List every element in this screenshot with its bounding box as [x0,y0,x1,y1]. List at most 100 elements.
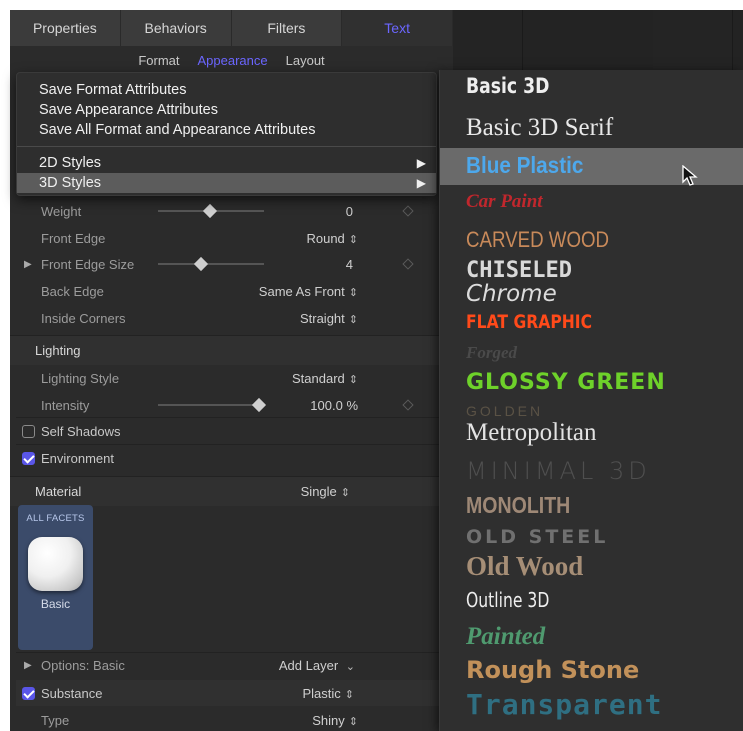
type-value[interactable]: Shiny ⇕ [312,713,358,728]
style-forged[interactable]: Forged [466,343,517,363]
style-blue-plastic[interactable]: Blue Plastic [466,152,583,179]
subtab-format[interactable]: Format [138,53,179,68]
front-edge-size-slider-knob[interactable] [193,256,209,272]
front-edge-size-label: Front Edge Size [41,256,135,272]
updown-icon: ⇕ [348,233,358,246]
updown-icon: ⇕ [340,487,350,499]
weight-label: Weight [41,203,82,219]
inside-corners-value[interactable]: Straight ⇕ [300,311,358,326]
back-edge-row: Back Edge Same As Front ⇕ [10,278,453,304]
material-value[interactable]: Single ⇕ [301,484,350,499]
menu-separator [17,146,436,147]
style-monolith[interactable]: MONOLITH [466,492,570,519]
style-rough-stone[interactable]: Rough Stone [466,656,639,684]
style-painted[interactable]: Painted [466,623,545,651]
environment-label: Environment [41,450,114,466]
inspector-tabs: Properties Behaviors Filters Text [10,10,453,46]
mouse-cursor-icon [682,165,698,186]
material-label: Material [35,484,82,499]
lighting-style-value[interactable]: Standard ⇕ [292,371,358,386]
substance-checkbox[interactable] [22,686,35,700]
add-layer-menu[interactable]: Add Layer ⌄ [279,658,355,673]
style-golden[interactable]: GOLDEN [466,403,543,419]
subtabs: Format Appearance Layout [10,46,453,74]
facet-label: Basic [40,597,71,611]
save-context-menu: Save Format Attributes Save Appearance A… [16,72,437,196]
updown-icon: ⇕ [348,373,358,386]
menu-item-label: 2D Styles [39,155,102,171]
style-chrome[interactable]: Chrome [466,281,557,307]
inside-corners-label: Inside Corners [41,310,126,326]
intensity-row: Intensity 100.0 % [10,392,453,418]
style-minimal-3d[interactable]: MINIMAL 3D [466,457,651,485]
weight-slider-knob[interactable] [202,203,218,219]
intensity-slider[interactable] [158,404,264,406]
disclosure-triangle-icon[interactable]: ▶ [24,660,32,671]
environment-checkbox[interactable] [22,451,35,465]
front-edge-label: Front Edge [41,230,106,246]
style-transparent[interactable]: Transparent [466,688,662,721]
subtab-appearance[interactable]: Appearance [198,53,268,68]
options-label: Options: Basic [41,657,125,673]
weight-row: Weight 0 [10,198,453,224]
toolbar-strip [453,10,743,70]
menu-item-save-all[interactable]: Save All Format and Appearance Attribute… [39,122,315,138]
facet-header: ALL FACETS [26,513,85,524]
menu-item-save-format[interactable]: Save Format Attributes [39,82,186,98]
intensity-value[interactable]: 100.0 % [310,398,358,413]
inside-corners-row: Inside Corners Straight ⇕ [10,305,453,331]
self-shadows-label: Self Shadows [41,423,121,439]
substance-row: Substance Plastic ⇕ [16,680,443,706]
weight-value[interactable]: 0 [346,204,353,219]
style-basic-3d[interactable]: Basic 3D [466,74,549,98]
front-edge-value[interactable]: Round ⇕ [306,231,358,246]
updown-icon: ⇕ [348,715,358,728]
intensity-slider-knob[interactable] [251,397,267,413]
chevron-down-icon: ⌄ [345,660,355,673]
options-row: ▶ Options: Basic Add Layer ⌄ [10,652,453,678]
submenu-arrow-icon: ▶ [416,156,426,170]
tab-behaviors[interactable]: Behaviors [120,10,232,46]
menu-item-3d-styles[interactable]: 3D Styles ▶ [17,173,436,193]
self-shadows-row: Self Shadows [10,418,453,444]
front-edge-size-value[interactable]: 4 [346,257,353,272]
substance-label: Substance [41,685,103,701]
self-shadows-checkbox[interactable] [22,424,35,438]
tab-filters[interactable]: Filters [231,10,343,46]
menu-item-2d-styles[interactable]: 2D Styles ▶ [17,153,436,173]
type-label: Type [41,712,70,728]
menu-item-save-appearance[interactable]: Save Appearance Attributes [39,102,218,118]
style-glossy-green[interactable]: GLOSSY GREEN [466,370,666,395]
type-row: Type Shiny ⇕ [10,707,453,731]
menu-item-label: 3D Styles [39,175,102,191]
back-edge-label: Back Edge [41,283,104,299]
environment-row: Environment [10,445,453,471]
submenu-arrow-icon: ▶ [416,176,426,190]
style-metropolitan[interactable]: Metropolitan [466,419,597,447]
disclosure-triangle-icon[interactable]: ▶ [24,259,32,270]
style-chiseled[interactable]: CHISELED [466,258,572,283]
lighting-style-label: Lighting Style [41,370,120,386]
tab-text[interactable]: Text [342,10,453,46]
updown-icon: ⇕ [348,313,358,326]
facet-tile[interactable]: ALL FACETS Basic [18,505,93,650]
subtab-layout[interactable]: Layout [286,53,325,68]
style-car-paint[interactable]: Car Paint [466,191,543,213]
style-flat-graphic[interactable]: FLAT GRAPHIC [466,311,592,333]
style-old-steel[interactable]: OLD STEEL [466,526,608,548]
substance-value[interactable]: Plastic ⇕ [302,686,354,701]
tab-properties[interactable]: Properties [10,10,121,46]
back-edge-value[interactable]: Same As Front ⇕ [259,284,358,299]
front-edge-size-slider[interactable] [158,263,264,265]
style-basic-3d-serif[interactable]: Basic 3D Serif [466,114,613,142]
updown-icon: ⇕ [344,688,354,701]
lighting-section[interactable]: Lighting [10,335,440,365]
front-edge-size-row: ▶ Front Edge Size 4 [10,251,453,277]
style-outline-3d[interactable]: Outline 3D [466,588,549,612]
material-section[interactable]: Material Single ⇕ [10,476,440,506]
keyframe-icon[interactable] [402,399,414,411]
keyframe-icon[interactable] [402,258,414,270]
style-old-wood[interactable]: Old Wood [466,551,583,582]
keyframe-icon[interactable] [402,205,414,217]
style-carved-wood[interactable]: CARVED WOOD [466,227,609,253]
